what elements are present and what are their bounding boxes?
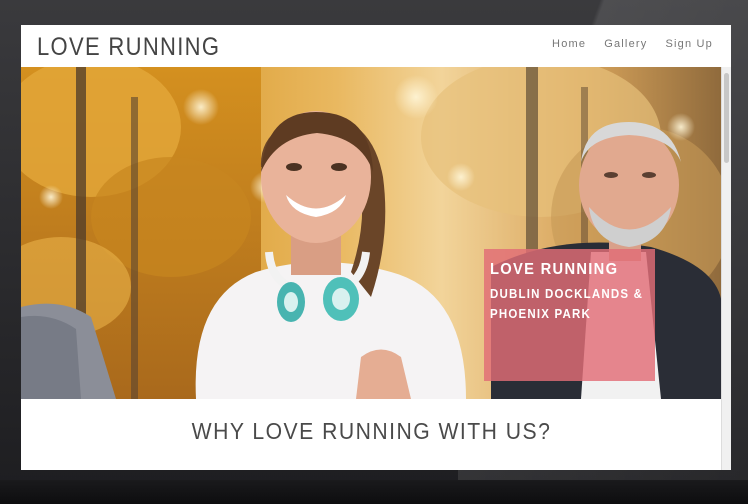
scrollbar-thumb[interactable]: [724, 73, 729, 163]
laptop-base: [0, 480, 748, 504]
hero-overlay-card: LOVE RUNNING DUBLIN DOCKLANDS & PHOENIX …: [484, 249, 655, 381]
section-heading: WHY LOVE RUNNING WITH US?: [191, 418, 552, 444]
nav-link-home[interactable]: Home: [552, 38, 586, 50]
hero-card-subtitle-line-1: DUBLIN DOCKLANDS &: [490, 287, 644, 301]
hero-image: LOVE RUNNING DUBLIN DOCKLANDS & PHOENIX …: [21, 67, 722, 399]
site-header: LOVE RUNNING Home Gallery Sign Up: [21, 25, 731, 67]
browser-viewport: LOVE RUNNING Home Gallery Sign Up LOVE R…: [21, 25, 731, 470]
hero-card-title: LOVE RUNNING: [490, 261, 619, 278]
laptop-frame: LOVE RUNNING Home Gallery Sign Up LOVE R…: [0, 0, 748, 504]
nav-link-gallery[interactable]: Gallery: [604, 38, 647, 50]
main-nav: Home Gallery Sign Up: [552, 38, 713, 50]
page-scrollbar[interactable]: [721, 67, 731, 470]
nav-link-sign-up[interactable]: Sign Up: [665, 38, 713, 50]
site-logo[interactable]: LOVE RUNNING: [37, 30, 220, 64]
hero-card-subtitle-line-2: PHOENIX PARK: [490, 307, 592, 321]
